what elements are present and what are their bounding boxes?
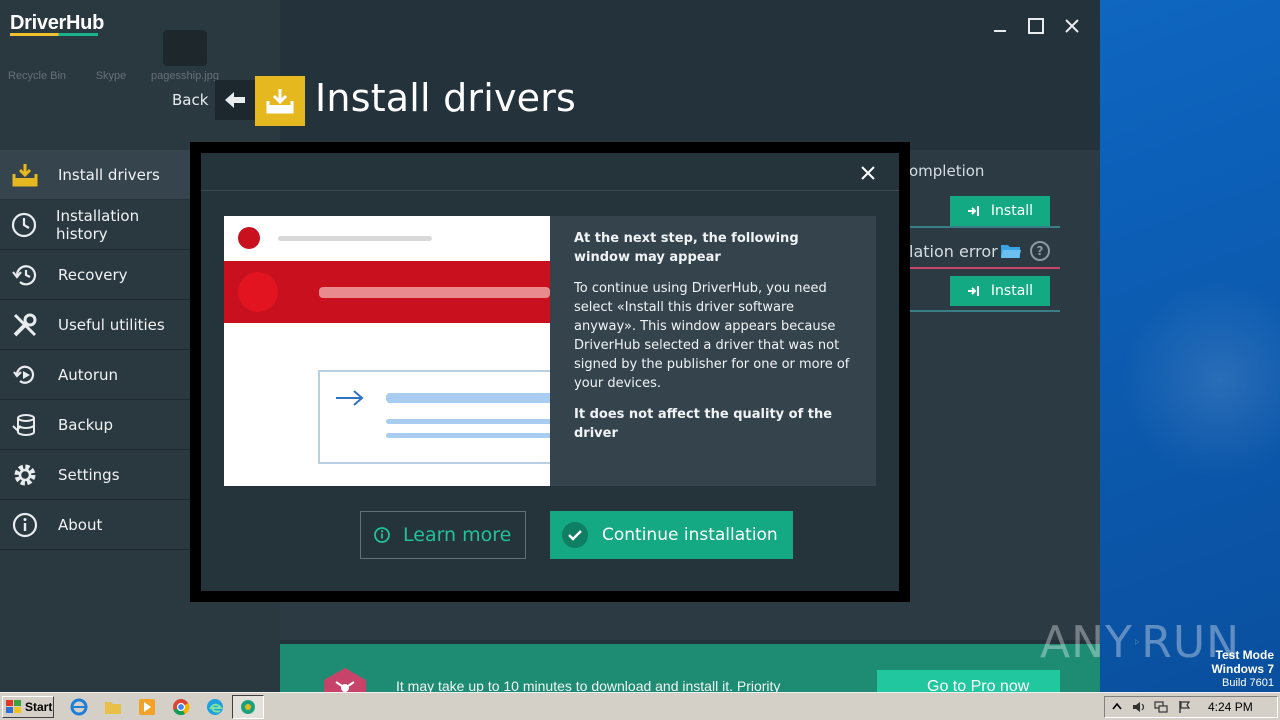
volume-icon[interactable] xyxy=(1132,699,1146,713)
security-window-illustration xyxy=(224,216,550,486)
learn-more-label: Learn more xyxy=(403,524,512,546)
driverhub-taskbar-button[interactable] xyxy=(232,695,264,719)
checkmark-icon xyxy=(562,522,588,548)
chrome-icon[interactable] xyxy=(172,698,190,716)
continue-installation-button[interactable]: Continue installation xyxy=(550,511,793,559)
anyrun-watermark: ANY RUN xyxy=(1040,612,1240,672)
file-explorer-icon[interactable] xyxy=(104,698,122,716)
info-icon xyxy=(374,527,390,543)
dialog-body: To continue using DriverHub, you need se… xyxy=(574,281,850,391)
media-player-icon[interactable] xyxy=(138,698,156,716)
taskbar-clock: 4:24 PM xyxy=(1208,700,1253,714)
learn-more-button[interactable]: Learn more xyxy=(360,511,526,559)
internet-explorer-icon[interactable] xyxy=(70,698,88,716)
edge-icon[interactable] xyxy=(206,698,224,716)
unsigned-driver-dialog: At the next step, the following window m… xyxy=(201,153,899,591)
windows-security-illustration xyxy=(224,227,550,464)
driverhub-app-icon xyxy=(241,700,255,714)
continue-installation-label: Continue installation xyxy=(602,525,778,545)
play-logo-icon xyxy=(1135,639,1140,645)
action-center-flag-icon[interactable] xyxy=(1178,699,1192,713)
windows-test-mode-notice: Test Mode Windows 7 Build 7601 xyxy=(1211,648,1274,689)
close-icon xyxy=(861,166,875,180)
tray-expand-icon[interactable] xyxy=(1110,699,1124,713)
dialog-heading: At the next step, the following window m… xyxy=(574,231,799,265)
dialog-close-button[interactable] xyxy=(856,161,880,185)
start-label: Start xyxy=(25,700,53,714)
windows-logo-icon xyxy=(6,700,21,713)
dialog-message: At the next step, the following window m… xyxy=(550,216,876,486)
dialog-note: It does not affect the quality of the dr… xyxy=(574,407,833,441)
dialog-header xyxy=(201,153,899,191)
desktop-glow xyxy=(1120,280,1280,480)
network-icon[interactable] xyxy=(1154,699,1168,713)
start-button[interactable]: Start xyxy=(2,696,54,718)
taskbar: Start xyxy=(0,692,1280,720)
